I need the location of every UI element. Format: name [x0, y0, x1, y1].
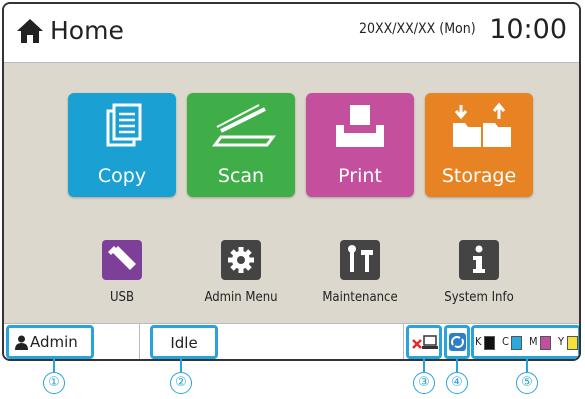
copy-button[interactable]: Copy: [68, 93, 176, 197]
admin-menu-label: Admin Menu: [204, 290, 278, 305]
ink-c-label: C: [502, 335, 509, 348]
ink-y-bar: [567, 336, 578, 350]
maintenance-label: Maintenance: [322, 290, 398, 305]
state-highlight: Idle: [150, 325, 218, 359]
callout-leader-4: [456, 358, 458, 372]
sync-icon[interactable]: [449, 333, 466, 351]
callout-leader-3: [423, 358, 425, 372]
user-name: Admin: [30, 333, 78, 351]
callout-5: ⑤: [516, 372, 538, 394]
storage-icon: [453, 102, 511, 147]
callout-1: ①: [43, 372, 65, 394]
ink-y-label: Y: [558, 335, 565, 348]
network-offline-icon[interactable]: [412, 334, 438, 350]
home-icon[interactable]: [16, 18, 44, 44]
copy-icon: [106, 103, 142, 147]
scan-label: Scan: [217, 165, 265, 187]
usb-label: USB: [109, 290, 134, 305]
header-bar: Home 20XX/XX/XX (Mon) 10:00: [4, 4, 579, 63]
callout-leader-2: [180, 358, 182, 372]
date-display: 20XX/XX/XX (Mon): [359, 21, 476, 37]
system-info-label: System Info: [444, 290, 514, 305]
admin-menu-button[interactable]: Admin Menu: [181, 240, 301, 310]
page-title: Home: [50, 16, 124, 45]
ink-k-bar: [484, 336, 495, 350]
storage-label: Storage: [441, 165, 517, 187]
info-icon: [459, 240, 499, 280]
machine-state: Idle: [170, 334, 198, 352]
gear-icon: [221, 240, 261, 280]
copy-label: Copy: [97, 165, 147, 187]
callout-4: ④: [446, 372, 468, 394]
ink-m-label: M: [529, 335, 538, 348]
callout-leader-1: [53, 358, 55, 372]
callout-leader-5: [526, 358, 528, 372]
ink-k-label: K: [475, 335, 482, 348]
ink-c-bar: [511, 336, 522, 350]
callout-3: ③: [413, 372, 435, 394]
print-icon: [336, 105, 384, 147]
usb-icon: [102, 240, 142, 280]
state-cell: Idle: [140, 324, 404, 359]
print-button[interactable]: Print: [306, 93, 414, 197]
usb-button[interactable]: USB: [62, 240, 182, 310]
status-bar: Admin Idle K C M Y: [4, 323, 579, 359]
storage-button[interactable]: Storage: [425, 93, 533, 197]
user-icon: [15, 335, 28, 350]
time-display: 10:00: [489, 14, 567, 45]
user-cell[interactable]: Admin: [4, 324, 140, 359]
print-label: Print: [338, 165, 382, 187]
tools-icon: [340, 240, 380, 280]
scan-button[interactable]: Scan: [187, 93, 295, 197]
maintenance-button[interactable]: Maintenance: [300, 240, 420, 310]
home-screen: Home 20XX/XX/XX (Mon) 10:00 Copy Scan Pr…: [2, 2, 581, 361]
ink-m-bar: [540, 336, 551, 350]
callout-2: ②: [170, 372, 192, 394]
system-info-button[interactable]: System Info: [419, 240, 539, 310]
scan-icon: [212, 104, 276, 147]
